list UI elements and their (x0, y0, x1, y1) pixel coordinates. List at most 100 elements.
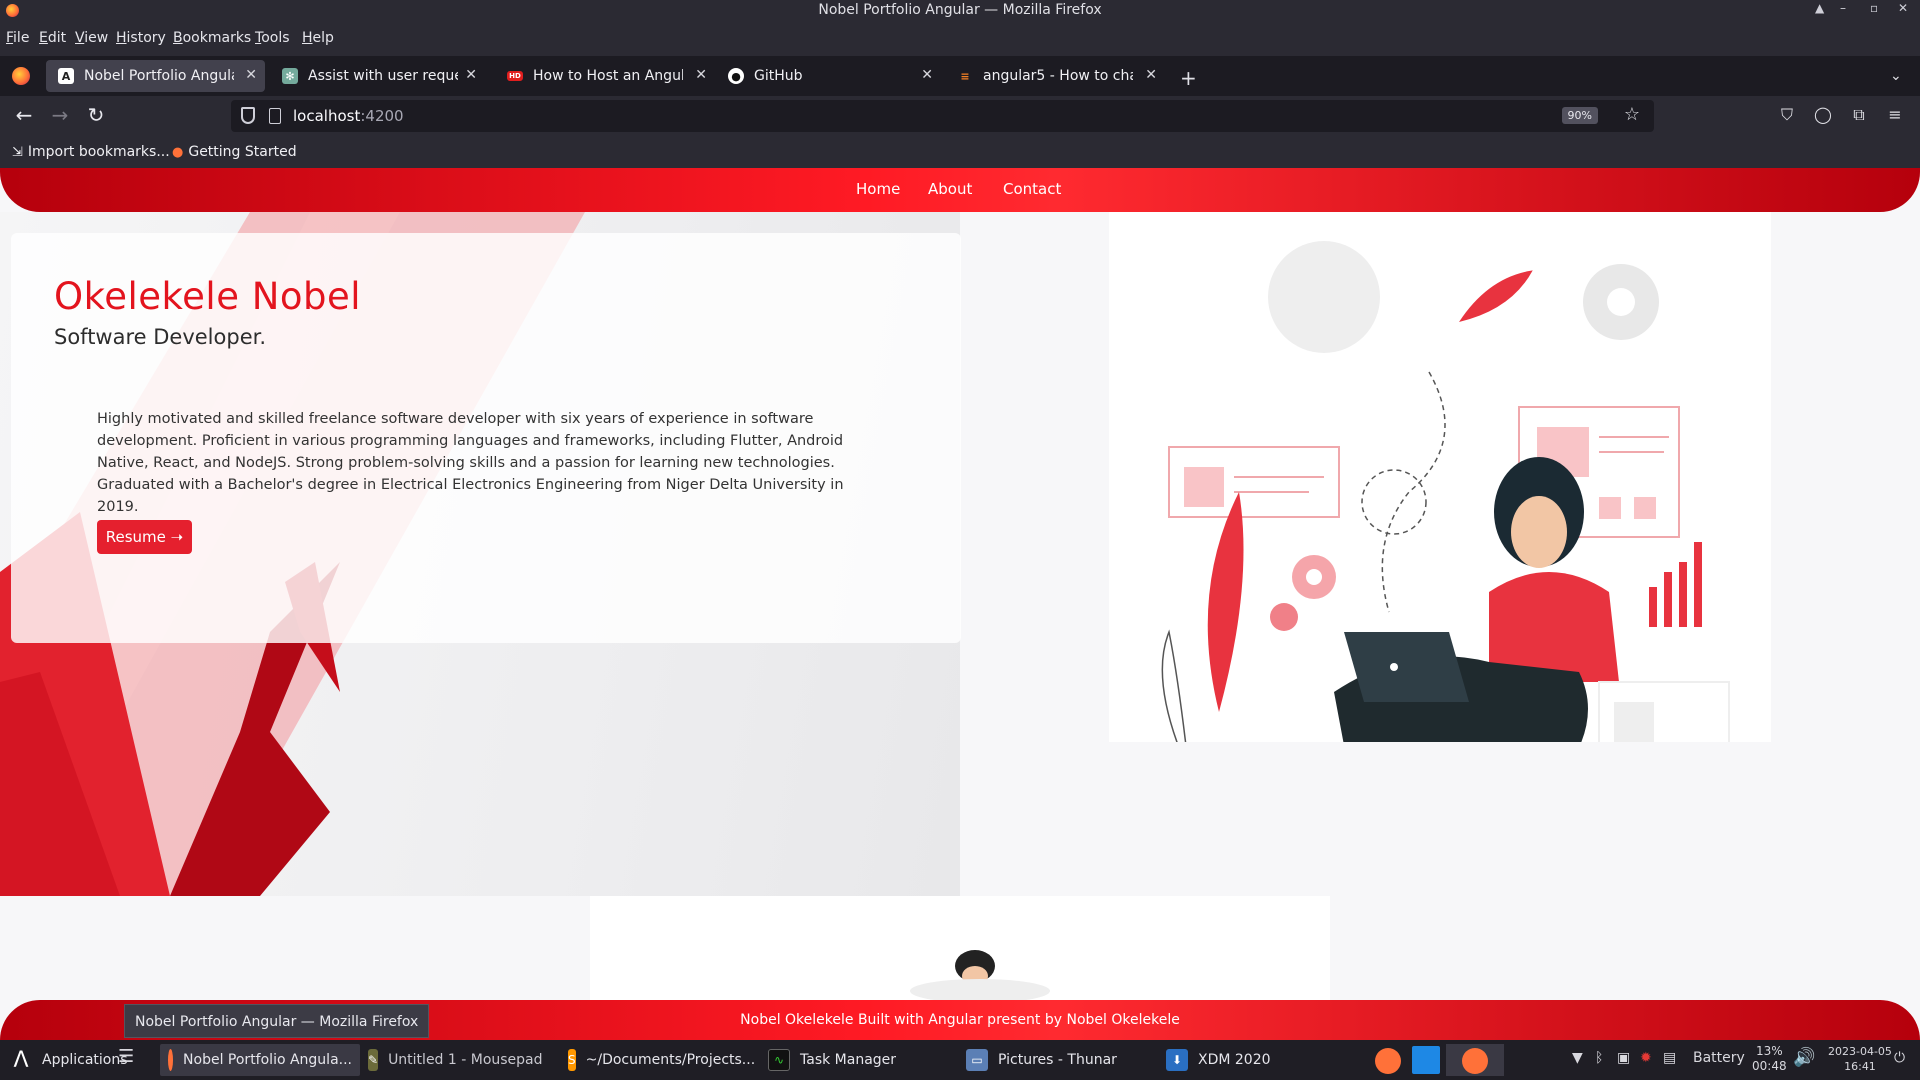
page-info-icon[interactable] (269, 108, 281, 124)
profile-bio: Highly motivated and skilled freelance s… (97, 411, 844, 515)
folder-icon: ▭ (966, 1049, 988, 1071)
window-title: Nobel Portfolio Angular — Mozilla Firefo… (818, 2, 1102, 18)
task-sublime[interactable]: S ~/Documents/Projects... (560, 1044, 760, 1076)
mousepad-icon: ✎ (368, 1049, 379, 1071)
taskbar-tooltip: Nobel Portfolio Angular — Mozilla Firefo… (124, 1004, 430, 1038)
firefox-icon: ● (172, 144, 184, 160)
nav-contact-link[interactable]: Contact (1003, 180, 1061, 198)
applications-icon: Λ (13, 1047, 29, 1073)
minimize-icon[interactable]: – (1840, 1, 1846, 15)
back-icon[interactable]: ← (12, 104, 36, 128)
navigation-toolbar: ← → ↻ localhost:4200 90% ☆ ⛉ ◯ ⧉ ≡ (0, 96, 1920, 136)
bluetooth-icon[interactable]: ᛒ (1595, 1050, 1603, 1066)
intro-card: Okelekele Nobel Software Developer. High… (11, 233, 961, 643)
close-tab-icon[interactable]: ✕ (695, 67, 707, 83)
bookmark-star-icon[interactable]: ☆ (1624, 104, 1640, 125)
maximize-icon[interactable]: ▫ (1870, 1, 1878, 15)
profile-role: Software Developer. (54, 325, 266, 349)
url-text[interactable]: localhost:4200 (293, 107, 404, 125)
pocket-icon[interactable]: ⛉ (1776, 104, 1798, 126)
close-tab-icon[interactable]: ✕ (1145, 67, 1157, 83)
import-bookmarks[interactable]: ⇲ Import bookmarks... (12, 144, 170, 160)
task-mousepad[interactable]: ✎ Untitled 1 - Mousepad (360, 1044, 550, 1076)
menu-bookmarks[interactable]: Bookmarks (173, 30, 251, 46)
battery-percent: 13% (1755, 1044, 1783, 1058)
close-tab-icon[interactable]: ✕ (245, 67, 257, 83)
resume-button[interactable]: Resume ➝ (97, 520, 192, 554)
list-all-tabs-icon[interactable]: ⌄ (1890, 68, 1902, 84)
extensions-icon[interactable]: ⧉ (1848, 104, 1870, 126)
tab-strip: A Nobel Portfolio Angular ✕ ✻ Assist wit… (0, 56, 1920, 96)
import-icon: ⇲ (12, 144, 23, 160)
angular-icon: A (58, 68, 74, 84)
battery-indicator[interactable]: 13% 00:48 (1752, 1044, 1787, 1074)
url-bar[interactable]: localhost:4200 90% ☆ (231, 100, 1654, 132)
battery-time: 00:48 (1752, 1059, 1787, 1073)
terminal-icon[interactable]: ▣ (1617, 1050, 1630, 1066)
tab-label: How to Host an Angular W (533, 68, 683, 84)
developer-illustration (1109, 212, 1771, 803)
zoom-indicator[interactable]: 90% (1561, 107, 1598, 124)
applications-label: Applications (42, 1052, 128, 1068)
tab-label: Assist with user request. (308, 68, 458, 84)
menu-help[interactable]: Help (302, 30, 334, 46)
close-tab-icon[interactable]: ✕ (921, 67, 933, 83)
task-firefox[interactable]: Nobel Portfolio Angula... (160, 1044, 360, 1076)
task-label: Untitled 1 - Mousepad (388, 1052, 543, 1068)
applications-menu[interactable]: Λ Applications (2, 1044, 136, 1076)
volume-icon[interactable]: 🔊 (1793, 1047, 1815, 1068)
tab-label: angular5 - How to change (983, 68, 1133, 84)
power-icon[interactable]: ⏻ (1894, 1050, 1905, 1066)
xdm-icon: ⬇ (1166, 1049, 1188, 1071)
menu-view[interactable]: View (75, 30, 108, 46)
menu-tools[interactable]: Tools (255, 30, 290, 46)
task-label: XDM 2020 (1198, 1052, 1271, 1068)
window-list-icon[interactable]: ☰ (118, 1046, 134, 1067)
tab-label: GitHub (754, 68, 803, 84)
reload-icon[interactable]: ↻ (84, 104, 108, 128)
tab-host-angular[interactable]: HD How to Host an Angular W ✕ (495, 60, 715, 92)
stackoverflow-icon: ≡ (960, 69, 970, 83)
account-icon[interactable]: ◯ (1812, 104, 1834, 126)
wifi-icon[interactable]: ▼ (1572, 1050, 1583, 1066)
nav-about-link[interactable]: About (928, 180, 972, 198)
forward-icon[interactable]: → (48, 104, 72, 128)
keep-above-icon[interactable]: ▲ (1815, 1, 1824, 15)
menu-history[interactable]: History (116, 30, 166, 46)
close-window-icon[interactable]: ✕ (1898, 1, 1908, 15)
firefox-view-icon[interactable] (12, 67, 30, 85)
clipboard-icon[interactable]: ▤ (1663, 1050, 1676, 1066)
illustration-svg (1134, 241, 1744, 803)
tab-angular5[interactable]: ≡ angular5 - How to change ✕ (945, 60, 1165, 92)
battery-label[interactable]: Battery (1693, 1050, 1745, 1066)
sublime-icon: S (568, 1049, 576, 1071)
menu-edit[interactable]: Edit (39, 30, 66, 46)
tab-assist[interactable]: ✻ Assist with user request. ✕ (270, 60, 485, 92)
firefox-active-icon[interactable] (1462, 1048, 1488, 1074)
github-icon: ● (728, 68, 744, 84)
menu-file[interactable]: File (6, 30, 29, 46)
task-xdm[interactable]: ⬇ XDM 2020 (1158, 1044, 1308, 1076)
nav-home-link[interactable]: Home (856, 180, 900, 198)
desktop-launcher-icon[interactable] (1412, 1046, 1440, 1074)
site-nav-bar: Home About Contact (0, 168, 1920, 212)
tracking-shield-icon[interactable] (241, 107, 255, 124)
task-thunar[interactable]: ▭ Pictures - Thunar (958, 1044, 1148, 1076)
profile-name: Okelekele Nobel (54, 275, 362, 318)
taskbar: Λ Applications ☰ Nobel Portfolio Angula.… (0, 1040, 1920, 1080)
settings-gear-icon[interactable]: ✹ (1640, 1050, 1652, 1066)
hamburger-menu-icon[interactable]: ≡ (1884, 104, 1906, 126)
firefox-launcher-icon[interactable] (1375, 1048, 1401, 1074)
new-tab-icon[interactable]: + (1180, 66, 1197, 90)
firefox-icon (168, 1049, 174, 1071)
chatgpt-icon: ✻ (282, 68, 298, 84)
tab-github[interactable]: ● GitHub ✕ (716, 60, 941, 92)
close-tab-icon[interactable]: ✕ (465, 67, 477, 83)
getting-started-bookmark[interactable]: ● Getting Started (172, 144, 297, 160)
clock-date: 2023-04-05 (1828, 1045, 1892, 1058)
task-task-manager[interactable]: ∿ Task Manager (760, 1044, 950, 1076)
bookmark-label: Import bookmarks... (27, 144, 170, 160)
tab-nobel-portfolio[interactable]: A Nobel Portfolio Angular ✕ (46, 60, 265, 92)
clock[interactable]: 2023-04-05 16:41 (1828, 1044, 1892, 1074)
url-port: :4200 (360, 107, 404, 125)
